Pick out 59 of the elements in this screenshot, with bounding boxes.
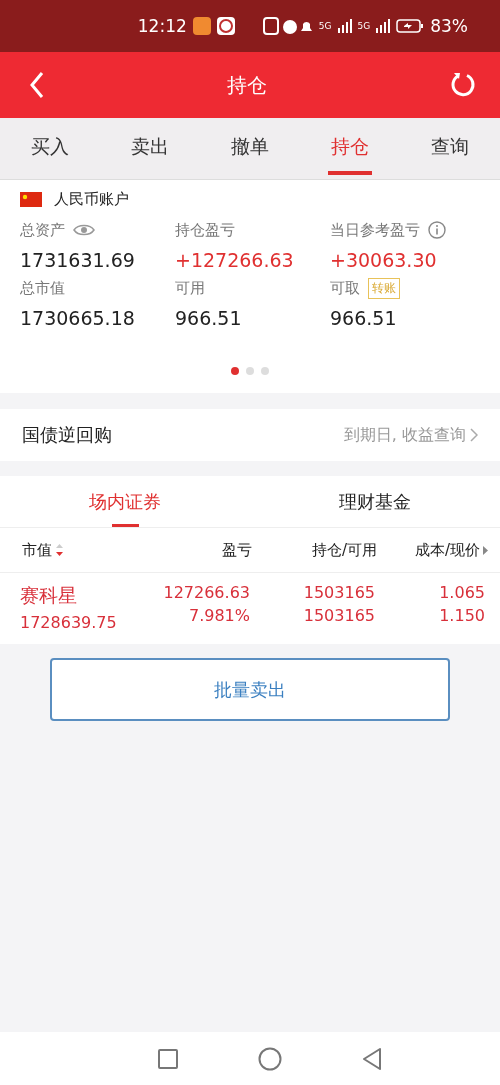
batch-sell-button[interactable]: 批量卖出 [50, 658, 450, 721]
home-icon[interactable] [258, 1046, 282, 1071]
tab[interactable]: 持仓 [300, 118, 400, 179]
column-header[interactable]: 持仓/可用 [311, 540, 377, 560]
flag-icon [20, 192, 42, 207]
tab[interactable]: 撤单 [200, 118, 300, 179]
table-cell: 1.150 [439, 606, 485, 625]
page-dot[interactable] [246, 367, 254, 375]
caret-icon[interactable] [483, 545, 488, 555]
table-cell: 1503165 [303, 606, 375, 625]
refresh-button[interactable] [450, 72, 476, 98]
stat-label: 总市值 [20, 278, 65, 298]
table-cell: 1728639.75 [20, 613, 117, 632]
table-cell: 1.065 [439, 583, 485, 602]
back-icon[interactable] [362, 1046, 382, 1071]
stat-label: 总资产 [20, 220, 65, 240]
page-title: 持仓 [227, 71, 267, 99]
status-time: 12:12 [137, 16, 187, 36]
signal-label: 5G [357, 21, 371, 31]
stat-value: 1730665.18 [20, 307, 136, 329]
sort-icon[interactable] [55, 543, 64, 557]
eye-icon[interactable] [73, 223, 95, 237]
account-name: 人民币账户 [54, 190, 129, 209]
table-cell: 127266.63 [163, 583, 250, 602]
stat-value: +30063.30 [330, 249, 438, 271]
repo-title: 国债逆回购 [22, 423, 112, 447]
status-icons [262, 17, 313, 35]
recents-icon[interactable] [158, 1048, 178, 1069]
stat-value: 966.51 [330, 307, 398, 329]
repo-row[interactable]: 国债逆回购 到期日, 收益查询 [0, 409, 500, 461]
page-dot[interactable] [261, 367, 269, 375]
column-header[interactable]: 盈亏 [222, 540, 252, 560]
info-icon[interactable] [428, 221, 446, 239]
battery-icon [396, 19, 425, 33]
app-icons [192, 17, 237, 35]
stat-label: 持仓盈亏 [175, 220, 235, 240]
signal-icon [337, 19, 352, 33]
table-cell: 1503165 [303, 583, 375, 602]
tab[interactable]: 卖出 [100, 118, 200, 179]
signal-label: 5G [318, 21, 332, 31]
tab[interactable]: 理财基金 [250, 476, 500, 527]
stat-label: 可用 [175, 278, 205, 298]
table-cell-text: 赛科星 [20, 583, 77, 608]
chevron-icon [470, 428, 478, 442]
tab[interactable]: 场内证券 [0, 476, 250, 527]
battery-percent: 83% [430, 16, 468, 36]
table-cell: 7.981% [189, 606, 250, 625]
column-header[interactable]: 成本/现价 [414, 540, 480, 560]
stat-value: +127266.63 [175, 249, 295, 271]
stat-label: 当日参考盈亏 [330, 220, 420, 240]
tab[interactable]: 查询 [400, 118, 500, 179]
tab[interactable]: 买入 [0, 118, 100, 179]
signal-icon [376, 19, 391, 33]
column-header[interactable]: 市值 [22, 540, 52, 560]
stat-value: 1731631.69 [20, 249, 136, 271]
page-dot[interactable] [231, 367, 239, 375]
stat-label: 可取 [330, 278, 360, 298]
stat-value: 966.51 [175, 307, 243, 329]
back-button[interactable] [30, 71, 44, 99]
